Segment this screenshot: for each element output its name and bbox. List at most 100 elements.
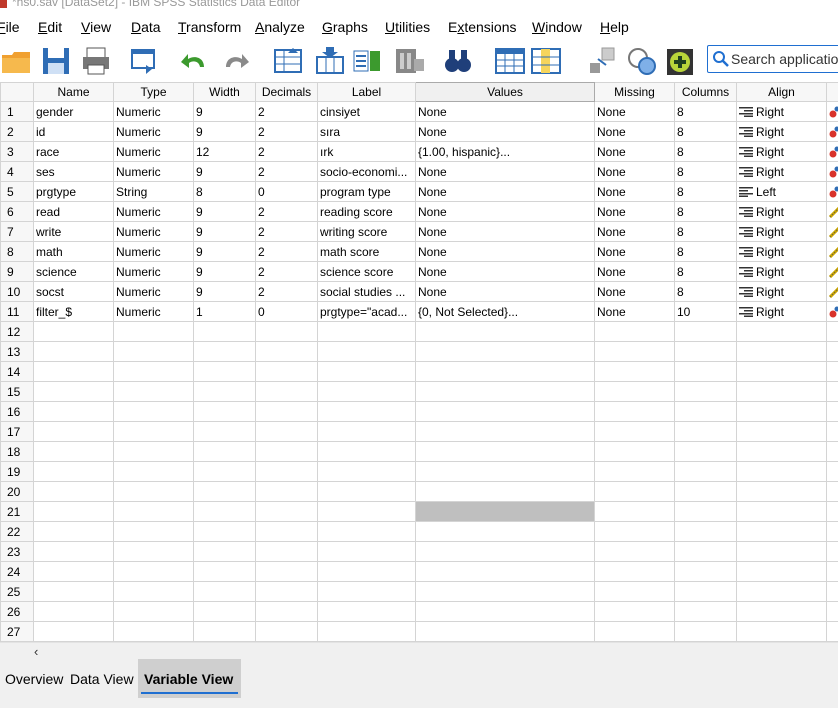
empty-cell[interactable] <box>736 501 827 522</box>
empty-row[interactable]: 14 <box>0 361 838 382</box>
empty-cell[interactable] <box>594 581 675 602</box>
run-descriptives-icon[interactable] <box>394 45 426 77</box>
cell-missing[interactable]: None <box>594 301 675 322</box>
empty-cell[interactable] <box>33 441 114 462</box>
cell-type[interactable]: Numeric <box>113 241 194 262</box>
empty-cell[interactable] <box>674 481 737 502</box>
empty-cell[interactable] <box>33 341 114 362</box>
cell-measure[interactable] <box>826 181 838 202</box>
cell-label[interactable]: reading score <box>317 201 416 222</box>
empty-cell[interactable] <box>594 561 675 582</box>
cell-columns[interactable]: 8 <box>674 281 737 302</box>
cell-measure[interactable] <box>826 301 838 322</box>
empty-cell[interactable] <box>674 581 737 602</box>
insert-cases-icon[interactable] <box>494 45 526 77</box>
empty-cell[interactable] <box>33 521 114 542</box>
cell-type[interactable]: Numeric <box>113 281 194 302</box>
cell-name[interactable]: race <box>33 141 114 162</box>
cell-align[interactable]: Right <box>736 301 827 322</box>
empty-cell[interactable] <box>674 381 737 402</box>
empty-cell[interactable] <box>255 601 318 622</box>
cell-missing[interactable]: None <box>594 101 675 122</box>
empty-cell[interactable] <box>736 461 827 482</box>
empty-row[interactable]: 21 <box>0 501 838 522</box>
row-number[interactable]: 17 <box>0 421 34 442</box>
empty-cell[interactable] <box>113 541 194 562</box>
empty-cell[interactable] <box>594 621 675 642</box>
empty-cell[interactable] <box>113 441 194 462</box>
cell-missing[interactable]: None <box>594 141 675 162</box>
empty-cell[interactable] <box>193 581 256 602</box>
empty-cell[interactable] <box>826 481 838 502</box>
cell-align[interactable]: Right <box>736 161 827 182</box>
empty-cell[interactable] <box>415 541 595 562</box>
row-number[interactable]: 15 <box>0 381 34 402</box>
empty-cell[interactable] <box>594 461 675 482</box>
empty-cell[interactable] <box>33 621 114 642</box>
empty-cell[interactable] <box>674 601 737 622</box>
empty-row[interactable]: 27 <box>0 621 838 642</box>
empty-cell[interactable] <box>113 621 194 642</box>
cell-name[interactable]: write <box>33 221 114 242</box>
row-number[interactable]: 14 <box>0 361 34 382</box>
cell-missing[interactable]: None <box>594 161 675 182</box>
empty-cell[interactable] <box>33 421 114 442</box>
column-header-columns[interactable]: Columns <box>674 82 737 102</box>
cell-width[interactable]: 9 <box>193 201 256 222</box>
menu-view[interactable]: View <box>81 19 111 35</box>
empty-cell[interactable] <box>193 361 256 382</box>
cell-values[interactable]: None <box>415 241 595 262</box>
row-number[interactable]: 5 <box>0 181 34 202</box>
variable-row[interactable]: 9 science Numeric 9 2 science score None None 8 R… <box>0 261 838 282</box>
cell-align[interactable]: Right <box>736 201 827 222</box>
cell-type[interactable]: Numeric <box>113 201 194 222</box>
empty-cell[interactable] <box>255 561 318 582</box>
variable-row[interactable]: 5 prgtype String 8 0 program type None None 8 Lef… <box>0 181 838 202</box>
empty-cell[interactable] <box>736 441 827 462</box>
empty-cell[interactable] <box>255 621 318 642</box>
empty-cell[interactable] <box>33 581 114 602</box>
empty-cell[interactable] <box>736 581 827 602</box>
cell-width[interactable]: 9 <box>193 161 256 182</box>
cell-width[interactable]: 8 <box>193 181 256 202</box>
row-number[interactable]: 22 <box>0 521 34 542</box>
row-number[interactable]: 27 <box>0 621 34 642</box>
empty-cell[interactable] <box>415 601 595 622</box>
menu-analyze[interactable]: Analyze <box>255 19 305 35</box>
empty-cell[interactable] <box>193 561 256 582</box>
cell-label[interactable]: math score <box>317 241 416 262</box>
weight-cases-icon[interactable] <box>626 45 658 77</box>
cell-name[interactable]: prgtype <box>33 181 114 202</box>
variable-row[interactable]: 6 read Numeric 9 2 reading score None None 8 Righ… <box>0 201 838 222</box>
row-number[interactable]: 16 <box>0 401 34 422</box>
cell-decimals[interactable]: 2 <box>255 141 318 162</box>
row-number[interactable]: 2 <box>0 121 34 142</box>
row-number[interactable]: 1 <box>0 101 34 122</box>
cell-values[interactable]: None <box>415 161 595 182</box>
cell-type[interactable]: Numeric <box>113 161 194 182</box>
empty-cell[interactable] <box>317 581 416 602</box>
cell-label[interactable]: science score <box>317 261 416 282</box>
cell-columns[interactable]: 8 <box>674 221 737 242</box>
row-number[interactable]: 18 <box>0 441 34 462</box>
cell-missing[interactable]: None <box>594 181 675 202</box>
cell-type[interactable]: Numeric <box>113 261 194 282</box>
empty-cell[interactable] <box>317 521 416 542</box>
empty-cell[interactable] <box>736 401 827 422</box>
empty-cell[interactable] <box>113 381 194 402</box>
horizontal-scrollbar[interactable]: ‹ <box>0 642 838 660</box>
cell-measure[interactable] <box>826 281 838 302</box>
empty-cell[interactable] <box>193 401 256 422</box>
print-icon[interactable] <box>80 45 112 77</box>
cell-columns[interactable]: 8 <box>674 161 737 182</box>
empty-cell[interactable] <box>826 441 838 462</box>
cell-decimals[interactable]: 0 <box>255 301 318 322</box>
empty-cell[interactable] <box>674 441 737 462</box>
empty-cell[interactable] <box>33 361 114 382</box>
empty-cell[interactable] <box>255 541 318 562</box>
cell-missing[interactable]: None <box>594 121 675 142</box>
cell-measure[interactable] <box>826 141 838 162</box>
cell-values[interactable]: None <box>415 261 595 282</box>
row-number[interactable]: 19 <box>0 461 34 482</box>
empty-cell[interactable] <box>317 481 416 502</box>
